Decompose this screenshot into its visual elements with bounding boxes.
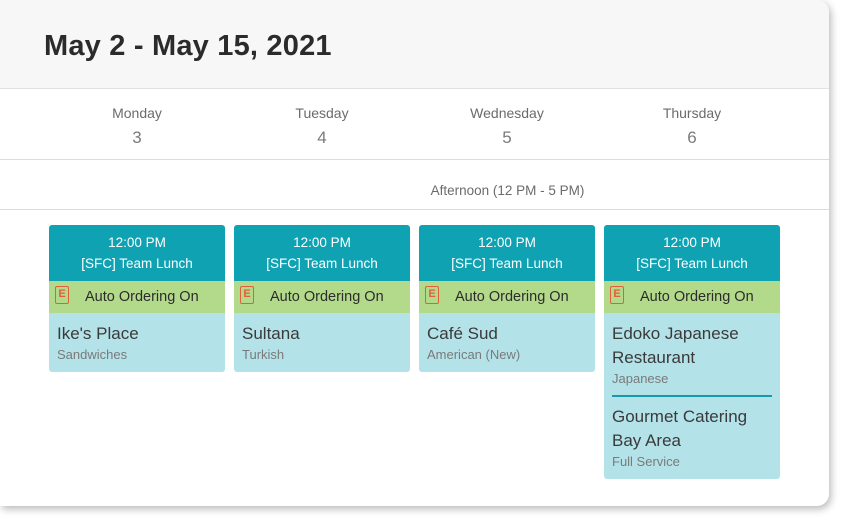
day-column-header: Tuesday 4 (234, 105, 410, 148)
day-column-header: Monday 3 (49, 105, 225, 148)
event-name: [SFC] Team Lunch (81, 256, 193, 271)
auto-ordering-label: Auto Ordering On (85, 289, 199, 305)
day-column-header: Wednesday 5 (419, 105, 595, 148)
day-name: Thursday (662, 105, 722, 121)
day-number: 4 (317, 128, 327, 147)
auto-ordering-label: Auto Ordering On (270, 289, 384, 305)
restaurant-item[interactable]: Gourmet Catering Bay Area Full Service (612, 405, 772, 469)
restaurant-name: Edoko Japanese Restaurant (612, 324, 739, 367)
restaurant-item[interactable]: Ike's Place Sandwiches (57, 322, 217, 362)
event-header[interactable]: 12:00 PM [SFC] Team Lunch (234, 225, 410, 281)
auto-ordering-icon: E (610, 286, 624, 304)
page-title: May 2 - May 15, 2021 (44, 30, 332, 62)
meal-event-card[interactable]: 12:00 PM [SFC] Team Lunch E Auto Orderin… (49, 225, 225, 372)
event-time: 12:00 PM (108, 235, 166, 250)
event-time: 12:00 PM (663, 235, 721, 250)
day-header-row: Monday 3 Tuesday 4 Wednesday 5 Thursday … (0, 89, 829, 160)
restaurant-list: Edoko Japanese Restaurant Japanese Gourm… (604, 313, 780, 479)
event-time: 12:00 PM (293, 235, 351, 250)
auto-ordering-status: E Auto Ordering On (604, 281, 780, 313)
day-number: 6 (687, 128, 697, 147)
event-header[interactable]: 12:00 PM [SFC] Team Lunch (419, 225, 595, 281)
restaurant-item[interactable]: Café Sud American (New) (427, 322, 587, 362)
auto-ordering-status: E Auto Ordering On (234, 281, 410, 313)
time-period-label: Afternoon (12 PM - 5 PM) (430, 183, 585, 198)
event-header[interactable]: 12:00 PM [SFC] Team Lunch (49, 225, 225, 281)
day-number: 3 (132, 128, 142, 147)
auto-ordering-icon: E (240, 286, 254, 304)
day-number: 5 (502, 128, 512, 147)
auto-ordering-status: E Auto Ordering On (419, 281, 595, 313)
day-name: Tuesday (295, 105, 349, 121)
event-time: 12:00 PM (478, 235, 536, 250)
restaurant-item[interactable]: Edoko Japanese Restaurant Japanese (612, 322, 772, 386)
event-header[interactable]: 12:00 PM [SFC] Team Lunch (604, 225, 780, 281)
restaurant-list: Ike's Place Sandwiches (49, 313, 225, 372)
restaurant-list: Sultana Turkish (234, 313, 410, 372)
event-name: [SFC] Team Lunch (266, 256, 378, 271)
restaurant-item[interactable]: Sultana Turkish (242, 322, 402, 362)
auto-ordering-label: Auto Ordering On (640, 289, 754, 305)
event-name: [SFC] Team Lunch (451, 256, 563, 271)
restaurant-cuisine: Full Service (612, 454, 680, 469)
event-name: [SFC] Team Lunch (636, 256, 748, 271)
day-name: Wednesday (470, 105, 544, 121)
calendar-card: May 2 - May 15, 2021 Monday 3 Tuesday 4 … (0, 0, 829, 506)
restaurant-cuisine: Turkish (242, 347, 285, 362)
auto-ordering-label: Auto Ordering On (455, 289, 569, 305)
day-name: Monday (112, 105, 162, 121)
auto-ordering-status: E Auto Ordering On (49, 281, 225, 313)
restaurant-name: Sultana (242, 324, 300, 343)
auto-ordering-icon: E (425, 286, 439, 304)
calendar-header: May 2 - May 15, 2021 (0, 0, 829, 89)
meal-event-card[interactable]: 12:00 PM [SFC] Team Lunch E Auto Orderin… (604, 225, 780, 479)
auto-ordering-icon: E (55, 286, 69, 304)
restaurant-list: Café Sud American (New) (419, 313, 595, 372)
restaurant-name: Ike's Place (57, 324, 139, 343)
day-column-header: Thursday 6 (604, 105, 780, 148)
restaurant-cuisine: Sandwiches (57, 347, 128, 362)
restaurant-name: Café Sud (427, 324, 498, 343)
restaurant-cuisine: Japanese (612, 371, 669, 386)
restaurant-cuisine: American (New) (427, 347, 521, 362)
restaurant-name: Gourmet Catering Bay Area (612, 407, 748, 450)
time-period-row: Afternoon (12 PM - 5 PM) (0, 160, 829, 210)
restaurant-divider (612, 395, 772, 397)
meal-event-card[interactable]: 12:00 PM [SFC] Team Lunch E Auto Orderin… (234, 225, 410, 372)
meal-event-card[interactable]: 12:00 PM [SFC] Team Lunch E Auto Orderin… (419, 225, 595, 372)
